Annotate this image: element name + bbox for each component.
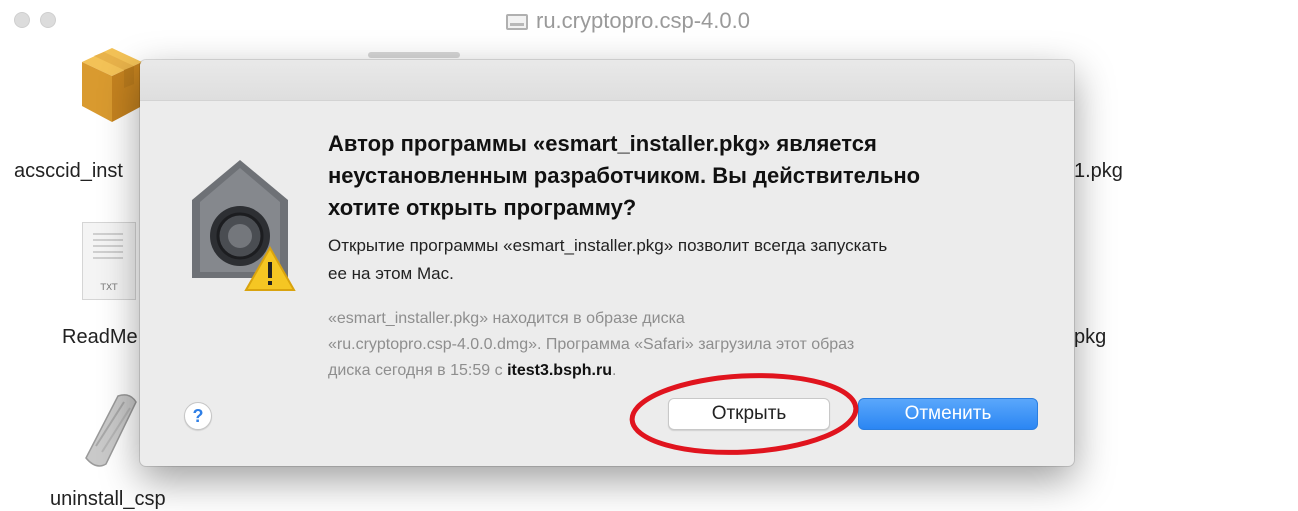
dialog-info-text: «esmart_installer.pkg» находится в образ…: [328, 306, 1048, 384]
close-window-button[interactable]: [14, 12, 30, 28]
window-titlebar: ru.cryptopro.csp-4.0.0: [0, 0, 1298, 40]
window-resize-handle: [368, 52, 460, 58]
txt-extension-label: TXT: [100, 283, 118, 293]
download-host: itest3.bsph.ru: [507, 362, 612, 379]
window-title-text: ru.cryptopro.csp-4.0.0: [536, 8, 750, 33]
security-alert-dialog: Автор программы «esmart_installer.pkg» я…: [140, 60, 1074, 466]
dialog-info-line-2: «ru.cryptopro.csp-4.0.0.dmg». Программа …: [328, 336, 855, 353]
gatekeeper-warning-icon: [192, 160, 296, 291]
dialog-info-line-3-suffix: .: [611, 362, 617, 379]
file-label-readme[interactable]: ReadMe: [62, 326, 138, 349]
window-title: ru.cryptopro.csp-4.0.0: [506, 8, 750, 34]
file-label-right-1[interactable]: 1.pkg: [1074, 160, 1123, 183]
dialog-title-line-2: неустановленным разработчиком. Вы действ…: [328, 163, 921, 188]
dialog-message-line-2: ее на этом Mac.: [328, 264, 454, 283]
minimize-window-button[interactable]: [40, 12, 56, 28]
file-label-acsccid[interactable]: acsccid_inst: [14, 160, 123, 183]
dialog-header-bar: [140, 60, 1074, 101]
dialog-title-line-3: хотите открыть программу?: [328, 195, 637, 220]
dialog-message-line-1: Открытие программы «esmart_installer.pkg…: [328, 236, 888, 255]
file-label-uninstall[interactable]: uninstall_csp: [50, 488, 166, 511]
cancel-button[interactable]: Отменить: [858, 398, 1038, 430]
dialog-info-line-3-prefix: диска сегодня в 15:59 с: [328, 362, 508, 379]
file-label-right-2[interactable]: pkg: [1074, 326, 1106, 349]
dialog-info-line-3: диска сегодня в 15:59 с itest3.bsph.ru.: [328, 358, 1048, 384]
package-icon[interactable]: [80, 44, 144, 140]
disk-image-icon: [506, 14, 528, 30]
dialog-info-line-1: «esmart_installer.pkg» находится в образ…: [328, 310, 685, 327]
open-button[interactable]: Открыть: [668, 398, 830, 430]
dialog-title-line-1: Автор программы «esmart_installer.pkg» я…: [328, 131, 877, 156]
help-button[interactable]: ?: [184, 402, 212, 430]
text-document-icon[interactable]: TXT: [82, 222, 136, 300]
dialog-title: Автор программы «esmart_installer.pkg» я…: [328, 128, 1028, 224]
dialog-message: Открытие программы «esmart_installer.pkg…: [328, 232, 1048, 288]
